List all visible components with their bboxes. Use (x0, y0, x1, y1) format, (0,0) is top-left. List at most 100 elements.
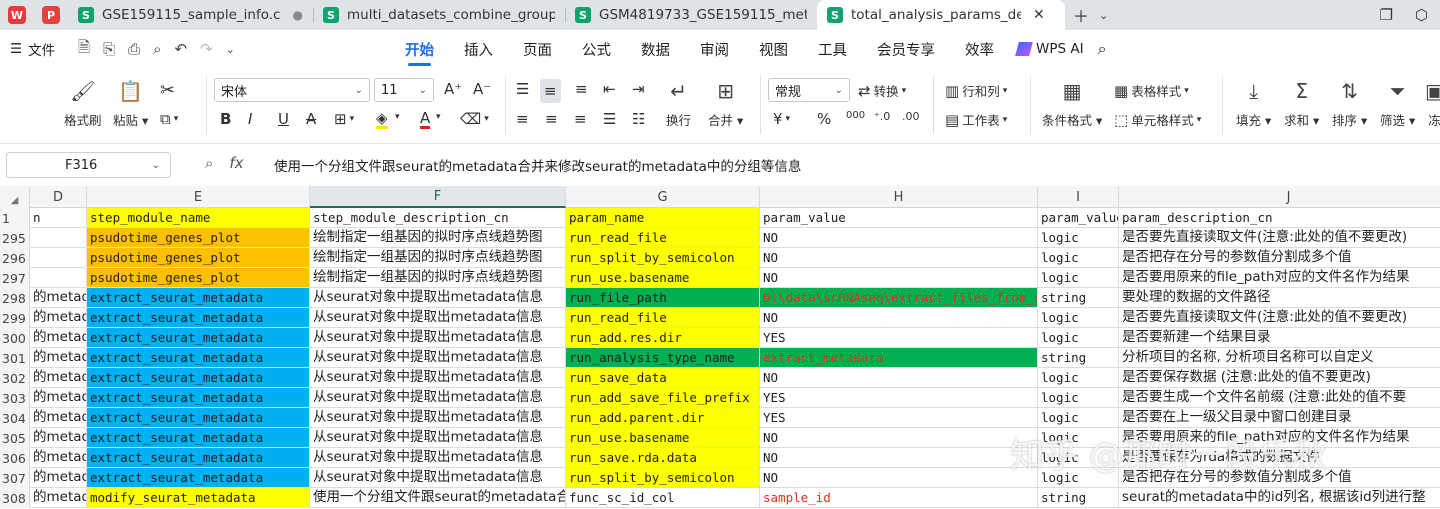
cell-e[interactable]: extract_seurat_metadata (87, 408, 310, 428)
cell-g[interactable]: run_use.basename (566, 428, 760, 448)
row-number[interactable]: 304 (0, 408, 30, 428)
cell-j[interactable]: 是否要保存数据 (注意:此处的值不要更改) (1119, 368, 1440, 388)
cell-j[interactable]: 是否要新建一个结果目录 (1119, 328, 1440, 348)
cell-f[interactable]: 从seurat对象中提取出metadata信息 (310, 288, 566, 308)
cell-d[interactable]: 的metada (30, 408, 87, 428)
close-icon[interactable]: ✕ (1033, 7, 1045, 23)
convert-button[interactable]: ⇄ 转换 ▾ (858, 81, 906, 100)
column-header-e[interactable]: E (87, 186, 310, 208)
cell-g[interactable]: run_save.rda.data (566, 448, 760, 468)
menu-home[interactable]: 开始 (390, 30, 449, 68)
row-number[interactable]: 305 (0, 428, 30, 448)
cell-i[interactable]: logic (1038, 448, 1119, 468)
tab-sample-info[interactable]: S GSE159115_sample_info.csv ● (68, 0, 313, 30)
select-all-corner[interactable]: ◢ (0, 186, 30, 208)
chevron-down-icon[interactable]: ⌄ (1099, 9, 1108, 22)
cell-d[interactable]: 的metada (30, 308, 87, 328)
cell-i[interactable]: logic (1038, 388, 1119, 408)
cell-j[interactable]: 是否要先直接读取文件(注意:此处的值不要更改) (1119, 308, 1440, 328)
cell-g[interactable]: run_split_by_semicolon (566, 248, 760, 268)
cell-i[interactable]: string (1038, 488, 1119, 508)
worksheet-button[interactable]: ▤ 工作表 ▾ (945, 110, 1007, 129)
cell-f[interactable]: 从seurat对象中提取出metadata信息 (310, 468, 566, 488)
rows-columns-button[interactable]: ▥ 行和列 ▾ (945, 81, 1007, 100)
cell-i[interactable]: logic (1038, 368, 1119, 388)
cell-f[interactable]: 从seurat对象中提取出metadata信息 (310, 388, 566, 408)
cell-h[interactable]: NO (760, 368, 1038, 388)
new-tab-icon[interactable]: ＋ (1073, 3, 1089, 27)
cell-g[interactable]: run_read_file (566, 228, 760, 248)
border-icon[interactable]: ⊞ ▾ (334, 110, 354, 128)
cell-h[interactable]: extract_metadata (760, 348, 1038, 368)
zoom-icon[interactable]: ⌕ (205, 154, 213, 172)
row-number[interactable]: 303 (0, 388, 30, 408)
cell-h[interactable]: YES (760, 408, 1038, 428)
file-menu[interactable]: ☰ 文件 (0, 39, 72, 59)
pdf-app-button[interactable]: P (34, 0, 68, 30)
cell-i[interactable]: logic (1038, 308, 1119, 328)
cube-icon[interactable]: ⬡ (1415, 6, 1428, 24)
cell-d[interactable]: 的metada (30, 428, 87, 448)
tab-total-analysis-params[interactable]: S total_analysis_params_demc ✕ (817, 0, 1065, 30)
cell-f[interactable]: 从seurat对象中提取出metadata信息 (310, 328, 566, 348)
row-number[interactable]: 295 (0, 228, 30, 248)
print-preview-icon[interactable]: ⌕ (153, 40, 161, 58)
conditional-format-button[interactable]: ▦ 条件格式 ▾ (1042, 76, 1102, 129)
cell-g[interactable]: run_analysis_type_name (566, 348, 760, 368)
cell-f[interactable]: 从seurat对象中提取出metadata信息 (310, 408, 566, 428)
cell-e[interactable]: psudotime_genes_plot (87, 228, 310, 248)
cell-e[interactable]: extract_seurat_metadata (87, 388, 310, 408)
decrease-decimal-icon[interactable]: .00 (902, 110, 920, 123)
fill-button[interactable]: ⤓ 填充 ▾ (1236, 76, 1271, 129)
cell-h[interactable]: NO (760, 268, 1038, 288)
cell-f[interactable]: 从seurat对象中提取出metadata信息 (310, 448, 566, 468)
increase-decimal-icon[interactable]: ⁺.0 (874, 110, 890, 123)
row-number[interactable]: 298 (0, 288, 30, 308)
row-number[interactable]: 302 (0, 368, 30, 388)
cell-i[interactable]: string (1038, 348, 1119, 368)
cell-g[interactable]: run_save_data (566, 368, 760, 388)
cell-e[interactable]: psudotime_genes_plot (87, 248, 310, 268)
cell-g[interactable]: run_read_file (566, 308, 760, 328)
name-box[interactable]: F316 ⌄ (6, 152, 171, 178)
cell-d[interactable]: 的metada (30, 328, 87, 348)
menu-member[interactable]: 会员专享 (862, 30, 950, 68)
save-icon[interactable]: 🗎 (78, 37, 90, 62)
cell-f[interactable]: 绘制指定一组基因的拟时序点线趋势图 (310, 248, 566, 268)
align-right-icon[interactable]: ≡ (574, 110, 587, 128)
align-top-icon[interactable]: ☰ (516, 80, 529, 98)
align-middle-icon[interactable]: ≡ (540, 79, 561, 103)
cell-e[interactable]: extract_seurat_metadata (87, 308, 310, 328)
cell-h[interactable]: param_value (760, 208, 1038, 228)
freeze-button[interactable]: ▣ 冻 (1425, 76, 1440, 129)
cell-d[interactable]: 的metada (30, 388, 87, 408)
column-header-f[interactable]: F (310, 186, 566, 208)
cell-e[interactable]: extract_seurat_metadata (87, 288, 310, 308)
cell-f[interactable]: step_module_description_cn (310, 208, 566, 228)
align-center-icon[interactable]: ≡ (545, 110, 558, 128)
cell-j[interactable]: 是否要在上一级父目录中窗口创建目录 (1119, 408, 1440, 428)
copy-icon[interactable]: ⧉ ▾ (160, 110, 178, 128)
row-number[interactable]: 300 (0, 328, 30, 348)
table-style-button[interactable]: ▦ 表格样式 ▾ (1114, 81, 1189, 100)
justify-icon[interactable]: ☰ (603, 110, 616, 128)
font-color-icon[interactable]: A (420, 110, 431, 129)
cell-f[interactable]: 从seurat对象中提取出metadata信息 (310, 308, 566, 328)
cell-i[interactable]: logic (1038, 268, 1119, 288)
cell-e[interactable]: extract_seurat_metadata (87, 328, 310, 348)
strikethrough-icon[interactable]: A (306, 110, 316, 128)
merge-cells-button[interactable]: ⊞ 合并 ▾ (708, 76, 743, 129)
cell-d[interactable]: 的metada (30, 468, 87, 488)
cell-h[interactable]: YES (760, 328, 1038, 348)
cell-h[interactable]: sample_id (760, 488, 1038, 508)
eraser-icon[interactable]: ⌫ ▾ (460, 110, 489, 128)
font-name-select[interactable]: 宋体 ⌄ (214, 78, 370, 102)
row-number[interactable]: 306 (0, 448, 30, 468)
menu-data[interactable]: 数据 (626, 30, 685, 68)
row-number[interactable]: 308 (0, 488, 30, 508)
cell-h[interactable]: NO (760, 308, 1038, 328)
cell-h[interactable]: NO (760, 468, 1038, 488)
cell-j[interactable]: 是否要用原来的file_path对应的文件名作为结果 (1119, 268, 1440, 288)
cell-i[interactable]: param_value (1038, 208, 1119, 228)
cell-style-button[interactable]: ⬚ 单元格样式 ▾ (1114, 110, 1201, 129)
